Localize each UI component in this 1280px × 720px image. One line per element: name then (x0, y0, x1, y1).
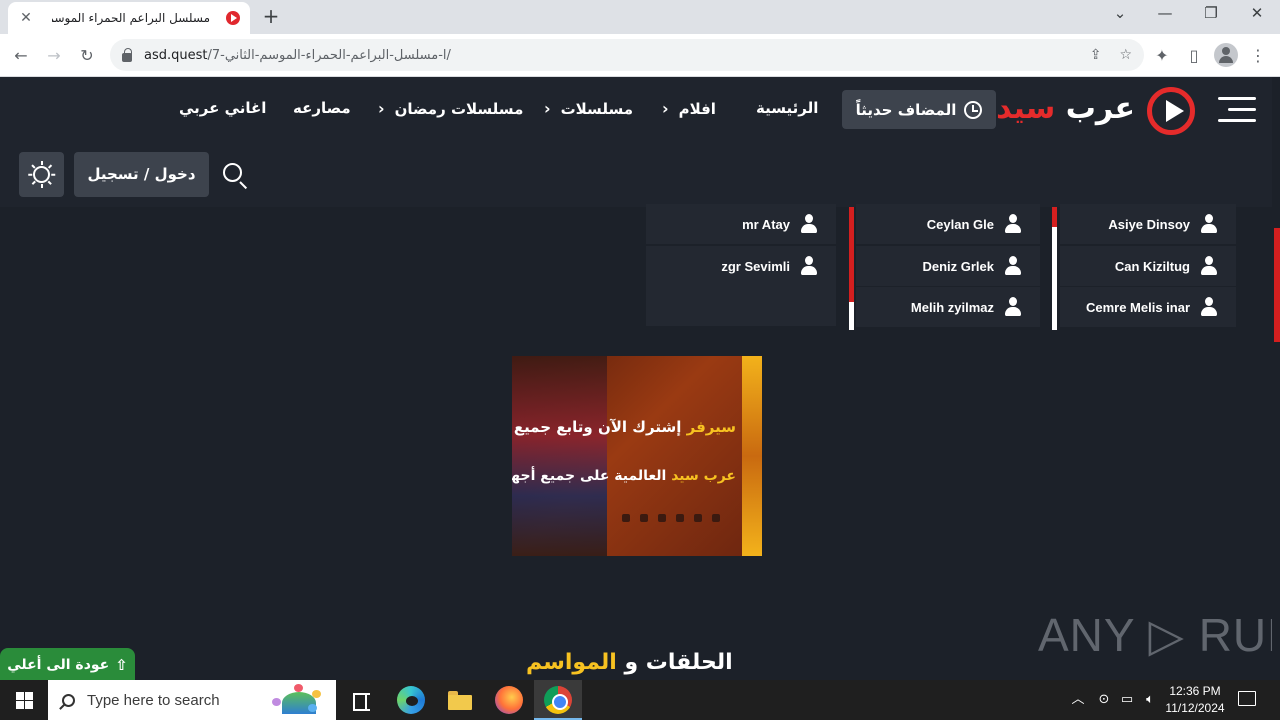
back-arrow-icon[interactable]: ← (9, 44, 33, 68)
column-accent (849, 302, 854, 330)
person-icon (1200, 214, 1218, 234)
cast-item[interactable]: Ceylan Gle (856, 204, 1040, 244)
ad-device-icons (622, 514, 722, 524)
browser-tab[interactable]: ✕ مسلسل البراعم الحمراء الموسم الثا (8, 2, 250, 34)
search-highlight-icon (268, 684, 328, 716)
taskbar-clock[interactable]: 12:36 PM 11/12/2024 (1158, 683, 1232, 717)
history-icon (964, 100, 983, 119)
chrome-icon[interactable] (544, 686, 572, 714)
column-accent (849, 207, 854, 302)
file-explorer-icon[interactable] (446, 686, 474, 714)
ad-headline: سيرفر إشترك الآن وتابع جميع الدوريات (512, 418, 736, 436)
chevron-left-icon: ‹ (544, 99, 551, 118)
network-icon[interactable]: ▭ (1116, 680, 1138, 720)
new-tab-button[interactable]: + (260, 5, 282, 27)
share-icon[interactable]: ⇪ (1090, 47, 1102, 63)
tray-device-icon[interactable]: ⊙ (1094, 680, 1114, 720)
nav-home[interactable]: الرئيسية (756, 99, 818, 117)
windows-taskbar: Type here to search ︿ ⊙ ▭ 🔈︎ 12:36 PM 11… (0, 680, 1280, 720)
nav-arabic-songs[interactable]: اغاني عربي (179, 99, 266, 117)
person-icon (1200, 297, 1218, 317)
nav-ramadan-series[interactable]: مسلسلات رمضان‹ (378, 99, 523, 118)
back-to-top-button[interactable]: ⇧ عودة الى أعلي (0, 648, 135, 681)
browser-toolbar: ← → ↻ asd.quest/7-ا-مسلسل-البراعم-الحمرا… (0, 34, 1280, 77)
lock-icon[interactable] (122, 47, 132, 62)
recently-added-label: المضاف حديثاً (855, 100, 957, 119)
taskbar-search-placeholder: Type here to search (87, 691, 220, 709)
nav-movies[interactable]: افلام‹ (662, 99, 716, 118)
person-icon (1004, 214, 1022, 234)
column-accent (1052, 227, 1057, 330)
site-logo[interactable]: عرب سيد (996, 83, 1195, 139)
tab-title: مسلسل البراعم الحمراء الموسم الثا (52, 11, 210, 25)
scrollbar-thumb[interactable] (1274, 228, 1280, 342)
person-icon (1004, 256, 1022, 276)
column-accent (1052, 207, 1057, 227)
episodes-seasons-heading: الحلقات و المواسم (526, 650, 733, 675)
close-window-button[interactable]: ✕ (1245, 4, 1269, 22)
cast-item[interactable]: Deniz Grlek (856, 246, 1040, 286)
taskbar-search-box[interactable]: Type here to search (48, 680, 336, 720)
reload-icon[interactable]: ↻ (75, 44, 99, 68)
cast-item[interactable]: zgr Sevimli (646, 246, 836, 286)
person-icon (1200, 256, 1218, 276)
ad-players-image (512, 356, 607, 556)
task-view-icon[interactable] (348, 686, 376, 714)
bookmark-star-icon[interactable]: ☆ (1119, 47, 1132, 63)
arrow-up-icon: ⇧ (115, 655, 128, 674)
cast-item[interactable]: mr Atay (646, 204, 836, 244)
cast-item-empty (646, 286, 836, 326)
minimize-button[interactable]: — (1153, 4, 1177, 22)
forward-arrow-icon[interactable]: → (42, 44, 66, 68)
site-header: عرب سيد المضاف حديثاً الرئيسية افلام‹ مس… (0, 77, 1272, 207)
cast-item[interactable]: Melih zyilmaz (856, 287, 1040, 327)
tab-search-icon[interactable]: ⌄ (1108, 4, 1132, 22)
tab-close-icon[interactable]: ✕ (18, 10, 34, 26)
url-text[interactable]: asd.quest/7-ا-مسلسل-البراعم-الحمراء-المو… (144, 48, 1072, 63)
volume-icon[interactable]: 🔈︎ (1140, 680, 1160, 720)
edge-icon[interactable] (397, 686, 425, 714)
firefox-icon[interactable] (495, 686, 523, 714)
restore-button[interactable]: ❐ (1199, 4, 1223, 22)
chevron-left-icon: ‹ (662, 99, 669, 118)
anyrun-watermark: ANY ▷ RUN (1038, 609, 1280, 661)
search-icon (62, 693, 75, 707)
cast-item[interactable]: Cemre Melis inar (1060, 287, 1236, 327)
nav-wrestling[interactable]: مصارعه (293, 99, 351, 117)
notifications-icon[interactable] (1238, 691, 1256, 706)
ad-subline: عرب سيد العالمية على جميع أجهزتك الرقمية (512, 468, 736, 484)
person-icon (1004, 297, 1022, 317)
ad-banner[interactable]: سيرفر إشترك الآن وتابع جميع الدوريات عرب… (512, 356, 762, 556)
sun-icon (33, 166, 50, 183)
login-register-button[interactable]: دخول / تسجيل (74, 152, 209, 197)
search-icon[interactable] (223, 163, 249, 190)
profile-avatar-icon[interactable] (1214, 43, 1238, 67)
person-icon (800, 256, 818, 276)
person-icon (800, 214, 818, 234)
logo-text: عرب سيد (996, 91, 1135, 126)
cast-item[interactable]: Can Kiziltug (1060, 246, 1236, 286)
hamburger-menu-icon[interactable] (1218, 97, 1256, 123)
windows-start-icon[interactable] (0, 680, 48, 720)
chevron-left-icon: ‹ (378, 99, 385, 118)
address-bar[interactable]: asd.quest/7-ا-مسلسل-البراعم-الحمراء-المو… (110, 39, 1144, 71)
side-panel-icon[interactable]: ▯ (1182, 44, 1206, 68)
chrome-menu-icon[interactable]: ⋮ (1246, 44, 1270, 68)
nav-series[interactable]: مسلسلات‹ (544, 99, 633, 118)
play-logo-icon (1147, 87, 1195, 135)
extensions-icon[interactable]: ✦ (1150, 44, 1174, 68)
browser-tabstrip: ✕ مسلسل البراعم الحمراء الموسم الثا + ⌄ … (0, 0, 1280, 34)
site-favicon-icon (226, 11, 240, 25)
page-scrollbar[interactable] (1272, 77, 1280, 680)
cast-item[interactable]: Asiye Dinsoy (1060, 204, 1236, 244)
theme-toggle-button[interactable] (19, 152, 64, 197)
recently-added-button[interactable]: المضاف حديثاً (842, 90, 996, 129)
ad-glow (742, 356, 762, 556)
tray-chevron-up-icon[interactable]: ︿ (1068, 680, 1088, 720)
